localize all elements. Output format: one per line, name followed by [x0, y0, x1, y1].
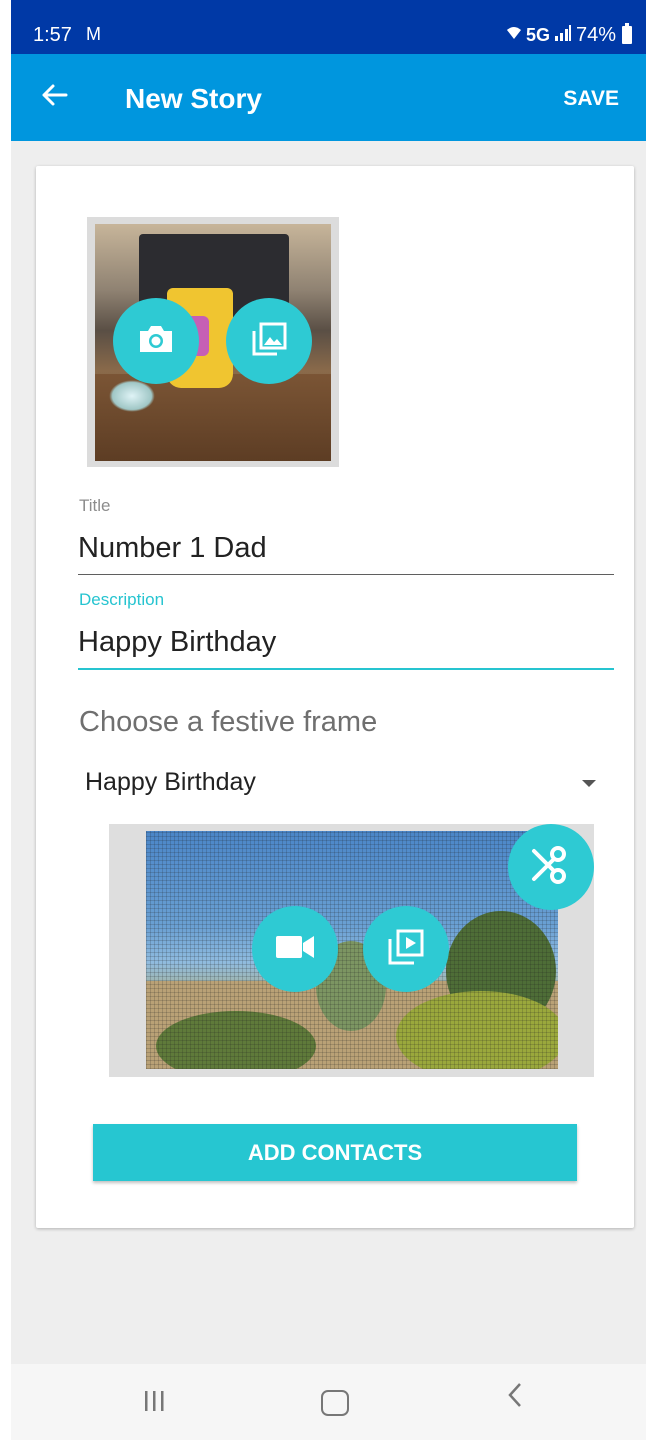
- dropdown-arrow-icon: [582, 780, 596, 787]
- choose-photo-button[interactable]: [226, 298, 312, 384]
- video-gallery-icon: [386, 927, 426, 972]
- battery-percentage: 74%: [575, 23, 616, 46]
- scissors-icon: [529, 843, 573, 892]
- save-button[interactable]: SAVE: [563, 87, 619, 111]
- page-title: New Story: [125, 83, 262, 114]
- take-photo-button[interactable]: [113, 298, 199, 384]
- wifi-icon: [506, 23, 522, 47]
- status-bar: 1:57 M 5G 74%: [11, 0, 646, 54]
- status-time: 1:57: [33, 24, 72, 46]
- status-indicators: 5G 74%: [506, 23, 632, 47]
- video-frame-edge: [98, 824, 109, 1077]
- recent-apps-icon[interactable]: [143, 1389, 165, 1418]
- gallery-icon: [250, 320, 288, 363]
- story-card: Title Number 1 Dad Description Happy Bir…: [36, 166, 634, 1228]
- add-contacts-button[interactable]: ADD CONTACTS: [93, 1124, 577, 1181]
- camera-icon: [137, 323, 175, 360]
- back-arrow-icon[interactable]: [36, 80, 72, 116]
- description-label: Description: [79, 590, 165, 609]
- description-underline: [78, 668, 614, 670]
- title-input[interactable]: Number 1 Dad: [78, 532, 267, 565]
- home-icon[interactable]: [321, 1390, 349, 1416]
- title-underline: [78, 574, 614, 575]
- signal-icon: [554, 24, 572, 47]
- back-nav-icon[interactable]: [505, 1380, 525, 1419]
- photo-frame: [87, 217, 339, 467]
- gmail-icon: M: [86, 24, 101, 44]
- phone-screen: 1:57 M 5G 74% New Story SAVE Title Numbe…: [11, 0, 646, 1440]
- network-type: 5G: [525, 24, 550, 45]
- choose-video-button[interactable]: [363, 906, 449, 992]
- app-bar: New Story SAVE: [11, 54, 646, 141]
- navigation-bar: [11, 1364, 646, 1440]
- description-input[interactable]: Happy Birthday: [78, 626, 276, 659]
- photo-glare: [109, 380, 155, 412]
- frame-dropdown-value: Happy Birthday: [85, 768, 256, 796]
- title-label: Title: [79, 496, 111, 515]
- frame-dropdown[interactable]: Happy Birthday: [85, 766, 596, 800]
- video-camera-icon: [274, 934, 316, 965]
- story-video-thumbnail: [146, 831, 558, 1069]
- record-video-button[interactable]: [252, 906, 338, 992]
- trim-video-button[interactable]: [508, 824, 594, 910]
- video-screen-mesh: [146, 831, 558, 1069]
- frame-prompt: Choose a festive frame: [79, 706, 378, 738]
- battery-icon: [622, 23, 632, 44]
